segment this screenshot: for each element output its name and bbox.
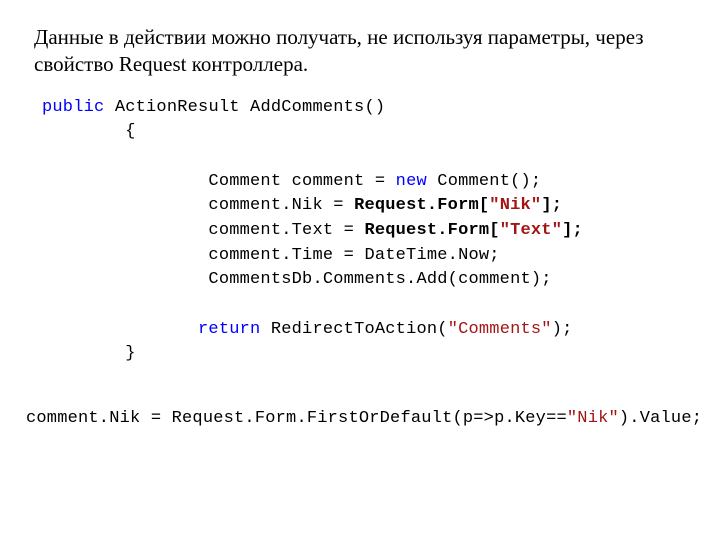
string-literal: "Nik" (489, 196, 541, 215)
string-literal: "Nik" (567, 409, 619, 428)
code-text: ); (552, 320, 573, 339)
intro-paragraph: Данные в действии можно получать, не исп… (34, 24, 686, 78)
slide: Данные в действии можно получать, не исп… (0, 0, 720, 540)
code-text: comment.Nik = Request.Form.FirstOrDefaul… (26, 409, 567, 428)
code-text: comment.Time = DateTime.Now; (42, 246, 500, 265)
keyword-new: new (396, 172, 427, 191)
code-bold: ]; (562, 221, 583, 240)
code-text: Comment(); (427, 172, 541, 191)
code-text: CommentsDb.Comments.Add(comment); (42, 270, 552, 289)
code-text: comment.Nik = (42, 196, 354, 215)
code-text: } (42, 344, 136, 363)
keyword-return: return (198, 320, 260, 339)
code-text: ).Value; (619, 409, 702, 428)
code-text: comment.Text = (42, 221, 364, 240)
string-literal: "Text" (500, 221, 562, 240)
keyword-public: public (42, 98, 104, 117)
code-text: Comment comment = (42, 172, 396, 191)
code-block-main: public ActionResult AddComments() { Comm… (42, 96, 686, 367)
code-text: ActionResult AddComments() (104, 98, 385, 117)
code-block-alt: comment.Nik = Request.Form.FirstOrDefaul… (26, 407, 686, 432)
code-text: RedirectToAction( (260, 320, 447, 339)
code-bold: ]; (541, 196, 562, 215)
code-text (42, 320, 198, 339)
code-bold: Request.Form[ (354, 196, 489, 215)
string-literal: "Comments" (448, 320, 552, 339)
code-text: { (42, 122, 136, 141)
code-bold: Request.Form[ (364, 221, 499, 240)
